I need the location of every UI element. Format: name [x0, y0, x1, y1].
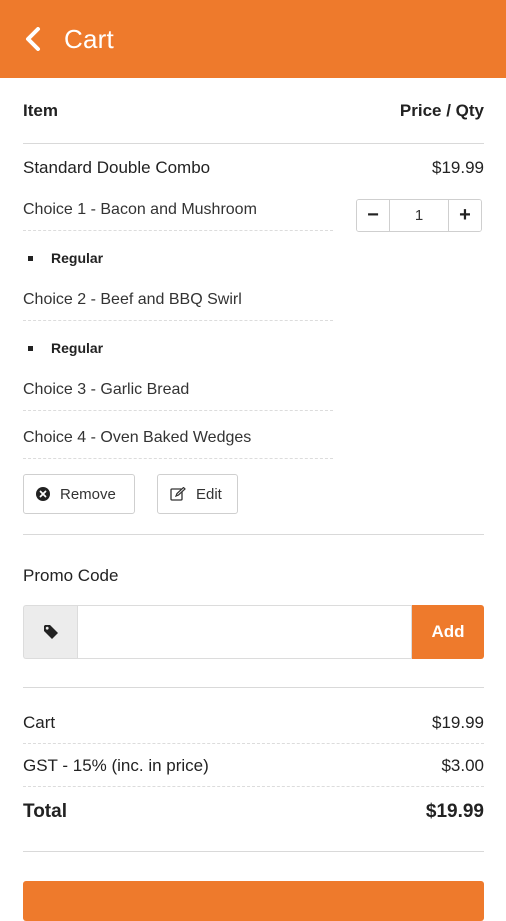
- choice-option-label: Regular: [51, 250, 104, 266]
- summary-gst-label: GST - 15% (inc. in price): [23, 755, 209, 775]
- remove-button-label: Remove: [60, 485, 116, 503]
- tag-icon: [23, 605, 77, 659]
- times-circle-icon: [36, 487, 50, 501]
- increment-button[interactable]: +: [448, 200, 481, 231]
- summary-cart-value: $19.99: [432, 712, 484, 732]
- section-divider: [23, 687, 484, 688]
- bullet-icon: [28, 345, 33, 351]
- summary-cart-label: Cart: [23, 712, 56, 732]
- page-title: Cart: [64, 23, 114, 54]
- checkout-button[interactable]: [23, 881, 484, 921]
- choice-option-label: Regular: [51, 340, 104, 356]
- edit-button[interactable]: Edit: [157, 474, 238, 514]
- edit-icon: [170, 487, 186, 501]
- promo-code-input[interactable]: [77, 605, 412, 659]
- choice-item: Choice 3 - Garlic Bread: [23, 381, 333, 411]
- quantity-stepper: − 1 +: [356, 199, 482, 232]
- cart-item: Standard Double Combo $19.99 − 1 + Choic…: [23, 144, 484, 544]
- column-header-item: Item: [23, 100, 58, 120]
- cart-content: Item Price / Qty Standard Double Combo $…: [23, 78, 484, 852]
- choice-option: Regular: [28, 250, 103, 266]
- choice-item: Choice 2 - Beef and BBQ Swirl: [23, 291, 333, 321]
- summary-cart-row: Cart $19.99: [23, 702, 484, 744]
- chevron-left-icon[interactable]: [22, 27, 44, 51]
- choice-option: Regular: [28, 340, 103, 356]
- summary-total-label: Total: [23, 801, 67, 822]
- app-header: Cart: [0, 0, 506, 78]
- summary-total-value: $19.99: [425, 801, 484, 822]
- choice-item: Choice 1 - Bacon and Mushroom: [23, 201, 333, 231]
- choice-item: Choice 4 - Oven Baked Wedges: [23, 429, 333, 459]
- bullet-icon: [28, 255, 33, 261]
- summary-gst-row: GST - 15% (inc. in price) $3.00: [23, 745, 484, 787]
- summary-total-row: Total $19.99: [23, 791, 484, 833]
- cart-table-header: Item Price / Qty: [23, 78, 484, 144]
- summary-gst-value: $3.00: [441, 755, 484, 775]
- edit-button-label: Edit: [196, 485, 222, 503]
- section-divider: [23, 851, 484, 852]
- item-price: $19.99: [432, 158, 484, 177]
- promo-code-label: Promo Code: [23, 566, 119, 585]
- quantity-value[interactable]: 1: [390, 200, 448, 231]
- item-name: Standard Double Combo: [23, 158, 211, 177]
- add-promo-button[interactable]: Add: [412, 605, 484, 659]
- remove-button[interactable]: Remove: [23, 474, 135, 514]
- column-header-price-qty: Price / Qty: [399, 100, 484, 120]
- promo-code-group: Add: [23, 605, 484, 659]
- decrement-button[interactable]: −: [357, 200, 390, 231]
- section-divider: [23, 534, 484, 535]
